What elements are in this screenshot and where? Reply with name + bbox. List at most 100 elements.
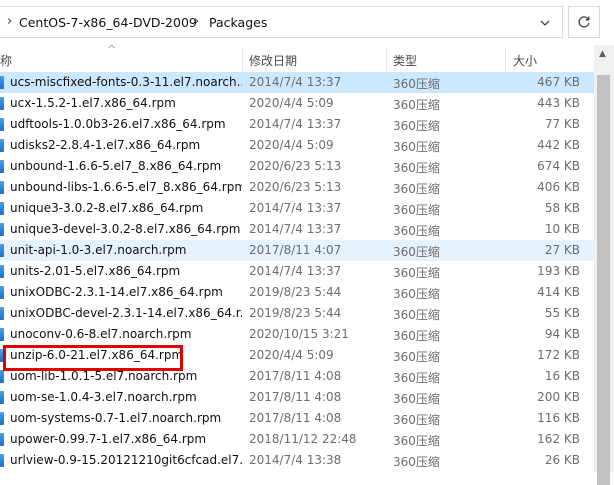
file-date: 2020/6/23 5:13: [249, 180, 342, 194]
column-type[interactable]: 类型: [393, 52, 417, 69]
file-row[interactable]: unbound-libs-1.6.6-5.el7_8.x86_64.rpm 20…: [0, 177, 594, 198]
file-size: 16 KB: [544, 369, 580, 383]
file-type: 360压缩: [393, 287, 440, 301]
file-size: 55 KB: [544, 306, 580, 320]
file-date: 2014/7/4 13:37: [249, 264, 342, 278]
archive-file-icon: [0, 202, 4, 215]
highlight-annotation: [3, 345, 183, 371]
breadcrumb-packages[interactable]: Packages: [209, 15, 267, 30]
file-size: 77 KB: [544, 117, 580, 131]
archive-file-icon: [0, 454, 4, 467]
archive-file-icon: [0, 223, 4, 236]
file-type: 360压缩: [393, 350, 440, 364]
file-row[interactable]: udftools-1.0.0b3-26.el7.x86_64.rpm 2014/…: [0, 114, 594, 135]
file-type: 360压缩: [393, 245, 440, 259]
file-date: 2020/4/4 5:09: [249, 96, 334, 110]
file-date: 2014/7/4 13:37: [249, 75, 342, 89]
refresh-icon: [578, 16, 590, 28]
column-date[interactable]: 修改日期: [249, 52, 297, 69]
file-size: 406 KB: [537, 180, 580, 194]
file-size: 27 KB: [544, 243, 580, 257]
archive-file-icon: [0, 412, 4, 425]
file-date: 2019/8/23 5:44: [249, 306, 342, 320]
file-size: 94 KB: [544, 327, 580, 341]
breadcrumb-root[interactable]: CentOS-7-x86_64-DVD-2009: [19, 15, 197, 30]
sort-ascending-icon: ^: [107, 43, 117, 56]
file-type: 360压缩: [393, 392, 440, 406]
file-type: 360压缩: [393, 434, 440, 448]
file-type: 360压缩: [393, 161, 440, 175]
file-name: units-2.01-5.el7.x86_64.rpm: [10, 264, 181, 278]
file-size: 443 KB: [537, 96, 580, 110]
file-type: 360压缩: [393, 140, 440, 154]
file-size: 10 KB: [544, 222, 580, 236]
file-date: 2020/6/23 5:13: [249, 159, 342, 173]
archive-file-icon: [0, 391, 4, 404]
file-row[interactable]: unique3-devel-3.0.2-8.el7.x86_64.rpm 201…: [0, 219, 594, 240]
chevron-down-icon[interactable]: [539, 17, 551, 29]
column-header: ^ 称 修改日期 类型 大小: [0, 43, 614, 71]
file-row[interactable]: urlview-0.9-15.20121210git6cfcad.el7....…: [0, 450, 594, 471]
file-date: 2019/8/23 5:44: [249, 285, 342, 299]
file-row[interactable]: unixODBC-devel-2.3.1-14.el7.x86_64.r... …: [0, 303, 594, 324]
column-size[interactable]: 大小: [513, 52, 537, 69]
file-date: 2018/11/12 22:48: [249, 432, 357, 446]
file-row[interactable]: uom-se-1.0.4-3.el7.noarch.rpm 2017/8/11 …: [0, 387, 594, 408]
file-date: 2017/8/11 4:07: [249, 243, 342, 257]
file-row[interactable]: unoconv-0.6-8.el7.noarch.rpm 2020/10/15 …: [0, 324, 594, 345]
file-row[interactable]: upower-0.99.7-1.el7.x86_64.rpm 2018/11/1…: [0, 429, 594, 450]
archive-file-icon: [0, 433, 4, 446]
file-size: 467 KB: [537, 75, 580, 89]
file-type: 360压缩: [393, 329, 440, 343]
file-name: uom-systems-0.7-1.el7.noarch.rpm: [10, 411, 222, 425]
vertical-scrollbar[interactable]: ▲: [594, 45, 614, 485]
file-date: 2020/4/4 5:09: [249, 138, 334, 152]
file-type: 360压缩: [393, 119, 440, 133]
file-date: 2020/4/4 5:09: [249, 348, 334, 362]
file-date: 2014/7/4 13:37: [249, 117, 342, 131]
column-divider[interactable]: [242, 47, 243, 71]
refresh-button[interactable]: [568, 6, 600, 38]
archive-file-icon: [0, 286, 4, 299]
breadcrumb-separator-icon[interactable]: ›: [7, 14, 12, 29]
scroll-up-arrow-icon[interactable]: ▲: [599, 49, 606, 59]
file-date: 2017/8/11 4:08: [249, 390, 342, 404]
file-size: 674 KB: [537, 159, 580, 173]
file-name: unixODBC-2.3.1-14.el7.x86_64.rpm: [10, 285, 223, 299]
column-divider[interactable]: [505, 47, 506, 71]
address-field[interactable]: › CentOS-7-x86_64-DVD-2009 › Packages: [0, 6, 563, 38]
file-type: 360压缩: [393, 203, 440, 217]
file-name: unit-api-1.0-3.el7.noarch.rpm: [10, 243, 187, 257]
archive-file-icon: [0, 160, 4, 173]
file-name: uom-lib-1.0.1-5.el7.noarch.rpm: [10, 369, 198, 383]
scrollbar-thumb[interactable]: [597, 75, 610, 485]
file-row[interactable]: ucs-miscfixed-fonts-0.3-11.el7.noarch...…: [0, 72, 594, 93]
file-row[interactable]: unit-api-1.0-3.el7.noarch.rpm 2017/8/11 …: [0, 240, 594, 261]
file-type: 360压缩: [393, 98, 440, 112]
file-row[interactable]: uom-systems-0.7-1.el7.noarch.rpm 2017/8/…: [0, 408, 594, 429]
file-type: 360压缩: [393, 371, 440, 385]
breadcrumb-separator-icon[interactable]: ›: [194, 14, 199, 29]
file-row[interactable]: udisks2-2.8.4-1.el7.x86_64.rpm 2020/4/4 …: [0, 135, 594, 156]
file-row[interactable]: unique3-3.0.2-8.el7.x86_64.rpm 2014/7/4 …: [0, 198, 594, 219]
file-date: 2014/7/4 13:37: [249, 201, 342, 215]
file-row[interactable]: units-2.01-5.el7.x86_64.rpm 2014/7/4 13:…: [0, 261, 594, 282]
file-size: 172 KB: [537, 348, 580, 362]
file-row[interactable]: ucx-1.5.2-1.el7.x86_64.rpm 2020/4/4 5:09…: [0, 93, 594, 114]
file-name: ucs-miscfixed-fonts-0.3-11.el7.noarch...…: [10, 75, 242, 89]
file-type: 360压缩: [393, 182, 440, 196]
file-date: 2017/8/11 4:08: [249, 411, 342, 425]
file-date: 2020/10/15 3:21: [249, 327, 349, 341]
file-row[interactable]: unbound-1.6.6-5.el7_8.x86_64.rpm 2020/6/…: [0, 156, 594, 177]
file-row[interactable]: unixODBC-2.3.1-14.el7.x86_64.rpm 2019/8/…: [0, 282, 594, 303]
file-date: 2014/7/4 13:38: [249, 453, 342, 467]
column-name[interactable]: 称: [0, 52, 12, 69]
address-bar: › CentOS-7-x86_64-DVD-2009 › Packages: [0, 0, 614, 42]
archive-file-icon: [0, 244, 4, 257]
archive-file-icon: [0, 139, 4, 152]
file-name: unixODBC-devel-2.3.1-14.el7.x86_64.r...: [10, 306, 242, 320]
file-name: unique3-3.0.2-8.el7.x86_64.rpm: [10, 201, 204, 215]
file-size: 193 KB: [537, 264, 580, 278]
file-size: 162 KB: [537, 432, 580, 446]
column-divider[interactable]: [386, 47, 387, 71]
